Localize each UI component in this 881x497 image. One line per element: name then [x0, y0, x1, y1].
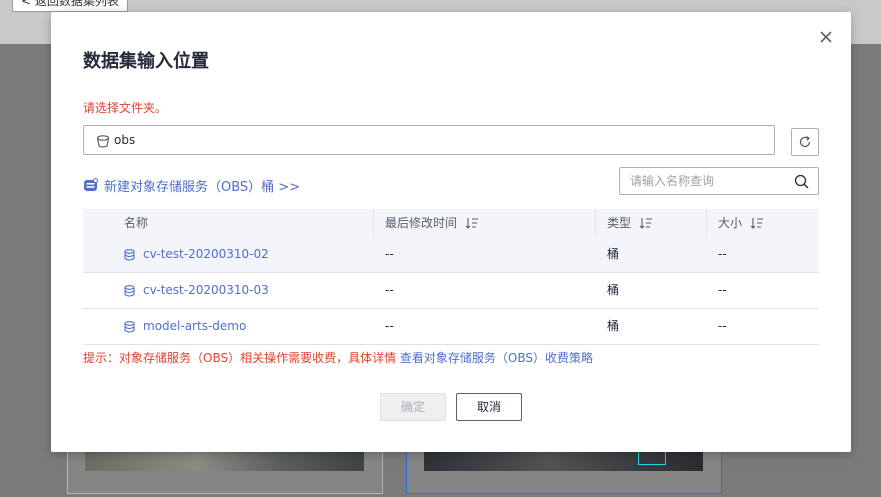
sort-icon[interactable] — [639, 217, 653, 229]
obs-pricing-link[interactable]: 查看对象存储服务（OBS）收费策略 — [396, 351, 593, 365]
sort-icon[interactable] — [465, 217, 479, 229]
type-cell: 桶 — [607, 283, 620, 297]
refresh-button[interactable] — [791, 128, 819, 156]
size-cell: -- — [718, 247, 727, 261]
modified-cell: -- — [385, 319, 394, 333]
path-field[interactable]: obs — [83, 125, 775, 155]
search-input[interactable] — [620, 168, 790, 194]
billing-tip: 提示：对象存储服务（OBS）相关操作需要收费，具体详情 查看对象存储服务（OBS… — [83, 349, 593, 366]
create-obs-bucket-link[interactable]: 新建对象存储服务（OBS）桶 >> — [83, 175, 300, 195]
back-to-dataset-list-button[interactable]: < 返回数据集列表 — [12, 0, 128, 12]
table-row[interactable]: model-arts-demo -- 桶 -- — [83, 309, 819, 345]
column-modified[interactable]: 最后修改时间 — [385, 209, 479, 237]
close-icon[interactable] — [819, 30, 833, 44]
table-row[interactable]: cv-test-20200310-03 -- 桶 -- — [83, 273, 819, 309]
type-cell: 桶 — [607, 247, 620, 261]
table-header: 名称 最后修改时间 类型 大小 — [83, 209, 819, 237]
path-value: obs — [114, 133, 136, 147]
size-cell: -- — [718, 283, 727, 297]
column-type[interactable]: 类型 — [607, 209, 653, 237]
bucket-icon — [124, 248, 135, 261]
billing-tip-text: 提示：对象存储服务（OBS）相关操作需要收费，具体详情 — [83, 351, 397, 365]
bucket-name-link[interactable]: model-arts-demo — [124, 309, 246, 344]
modified-cell: -- — [385, 283, 394, 297]
confirm-button[interactable]: 确定 — [380, 393, 446, 421]
create-obs-bucket-label: 新建对象存储服务（OBS）桶 >> — [104, 179, 301, 195]
bucket-icon — [96, 135, 110, 148]
bucket-icon — [124, 284, 135, 297]
column-size[interactable]: 大小 — [718, 209, 764, 237]
sort-icon[interactable] — [750, 217, 764, 229]
search-box — [619, 167, 819, 195]
obs-bucket-icon — [84, 177, 98, 191]
cancel-button[interactable]: 取消 — [456, 393, 522, 421]
type-cell: 桶 — [607, 319, 620, 333]
column-name: 名称 — [124, 216, 149, 230]
bucket-name-link[interactable]: cv-test-20200310-03 — [124, 273, 269, 308]
dataset-input-location-dialog: 数据集输入位置 请选择文件夹。 obs 新建对象存储服务（OBS）桶 >> 请输… — [51, 12, 851, 452]
bucket-icon — [124, 320, 135, 333]
modified-cell: -- — [385, 247, 394, 261]
bucket-table: 名称 最后修改时间 类型 大小 cv-test-20200310-02 -- 桶… — [83, 209, 819, 345]
table-row[interactable]: cv-test-20200310-02 -- 桶 -- — [83, 237, 819, 273]
refresh-icon — [799, 136, 811, 148]
bucket-name-link[interactable]: cv-test-20200310-02 — [124, 237, 269, 272]
dialog-title: 数据集输入位置 — [83, 51, 209, 72]
search-icon[interactable] — [794, 174, 809, 189]
size-cell: -- — [718, 319, 727, 333]
error-hint: 请选择文件夹。 — [83, 101, 168, 115]
